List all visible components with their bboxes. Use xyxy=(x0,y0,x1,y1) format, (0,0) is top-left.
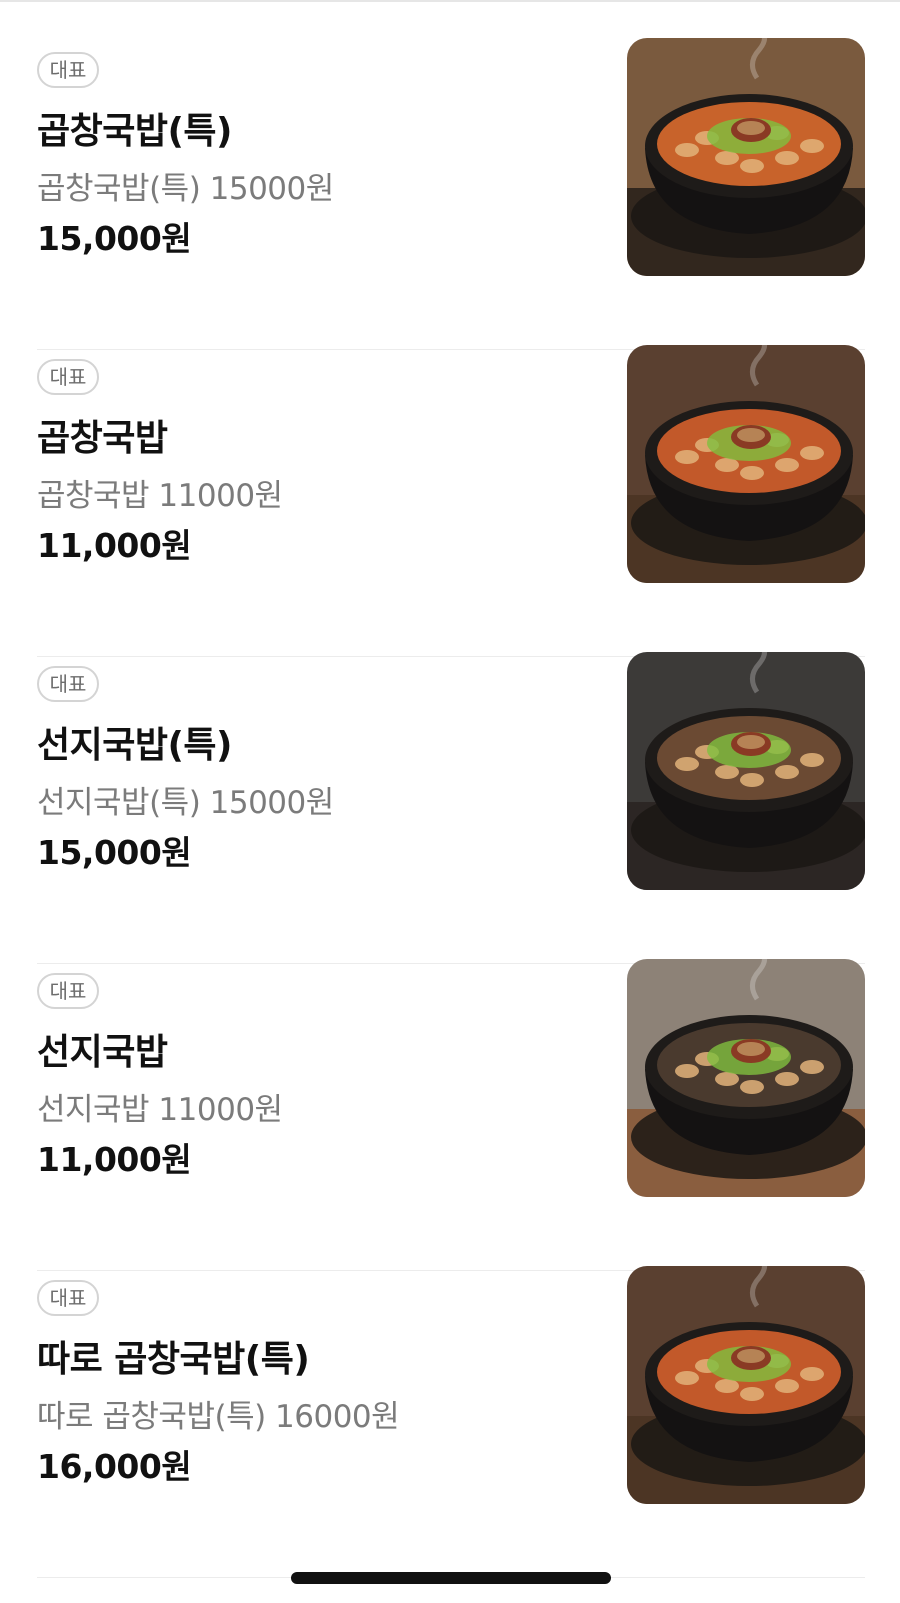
gopchang-gukbap-photo xyxy=(627,345,865,583)
menu-item-name: 곱창국밥 xyxy=(37,418,168,459)
ttaro-gopchang-gukbap-photo xyxy=(627,1266,865,1504)
seonji-gukbap-photo xyxy=(627,959,865,1197)
top-divider xyxy=(0,0,900,2)
signature-badge: 대표 xyxy=(37,1280,99,1316)
menu-item-name: 곱창국밥(특) xyxy=(37,111,233,152)
menu-item-name: 따로 곱창국밥(특) xyxy=(37,1339,310,1380)
menu-item-name: 선지국밥(특) xyxy=(37,725,233,766)
menu-item[interactable]: 대표 곱창국밥 곱창국밥 11000원 11,000원 xyxy=(37,343,865,657)
menu-item-photo[interactable] xyxy=(627,345,865,583)
menu-item-price: 11,000원 xyxy=(37,526,192,565)
menu-item[interactable]: 대표 따로 곱창국밥(특) 따로 곱창국밥(특) 16000원 16,000원 xyxy=(37,1264,865,1578)
menu-item-photo[interactable] xyxy=(627,959,865,1197)
menu-item[interactable]: 대표 곱창국밥(특) 곱창국밥(특) 15000원 15,000원 xyxy=(37,36,865,350)
signature-badge: 대표 xyxy=(37,666,99,702)
menu-item-price: 15,000원 xyxy=(37,833,192,872)
menu-item[interactable]: 대표 선지국밥(특) 선지국밥(특) 15000원 15,000원 xyxy=(37,650,865,964)
signature-badge: 대표 xyxy=(37,973,99,1009)
menu-item-price: 11,000원 xyxy=(37,1140,192,1179)
menu-item-description: 따로 곱창국밥(특) 16000원 xyxy=(37,1399,400,1435)
menu-item-description: 선지국밥 11000원 xyxy=(37,1092,283,1128)
gopchang-gukbap-photo xyxy=(627,38,865,276)
home-indicator[interactable] xyxy=(291,1572,611,1584)
menu-item-description: 곱창국밥 11000원 xyxy=(37,478,283,514)
menu-item-price: 15,000원 xyxy=(37,219,192,258)
menu-item-photo[interactable] xyxy=(627,38,865,276)
menu-item-photo[interactable] xyxy=(627,1266,865,1504)
menu-item-price: 16,000원 xyxy=(37,1447,192,1486)
seonji-gukbap-photo xyxy=(627,652,865,890)
signature-badge: 대표 xyxy=(37,52,99,88)
menu-item-photo[interactable] xyxy=(627,652,865,890)
signature-badge: 대표 xyxy=(37,359,99,395)
menu-item-description: 곱창국밥(특) 15000원 xyxy=(37,171,334,207)
menu-item[interactable]: 대표 선지국밥 선지국밥 11000원 11,000원 xyxy=(37,957,865,1271)
menu-item-description: 선지국밥(특) 15000원 xyxy=(37,785,334,821)
menu-item-name: 선지국밥 xyxy=(37,1032,168,1073)
